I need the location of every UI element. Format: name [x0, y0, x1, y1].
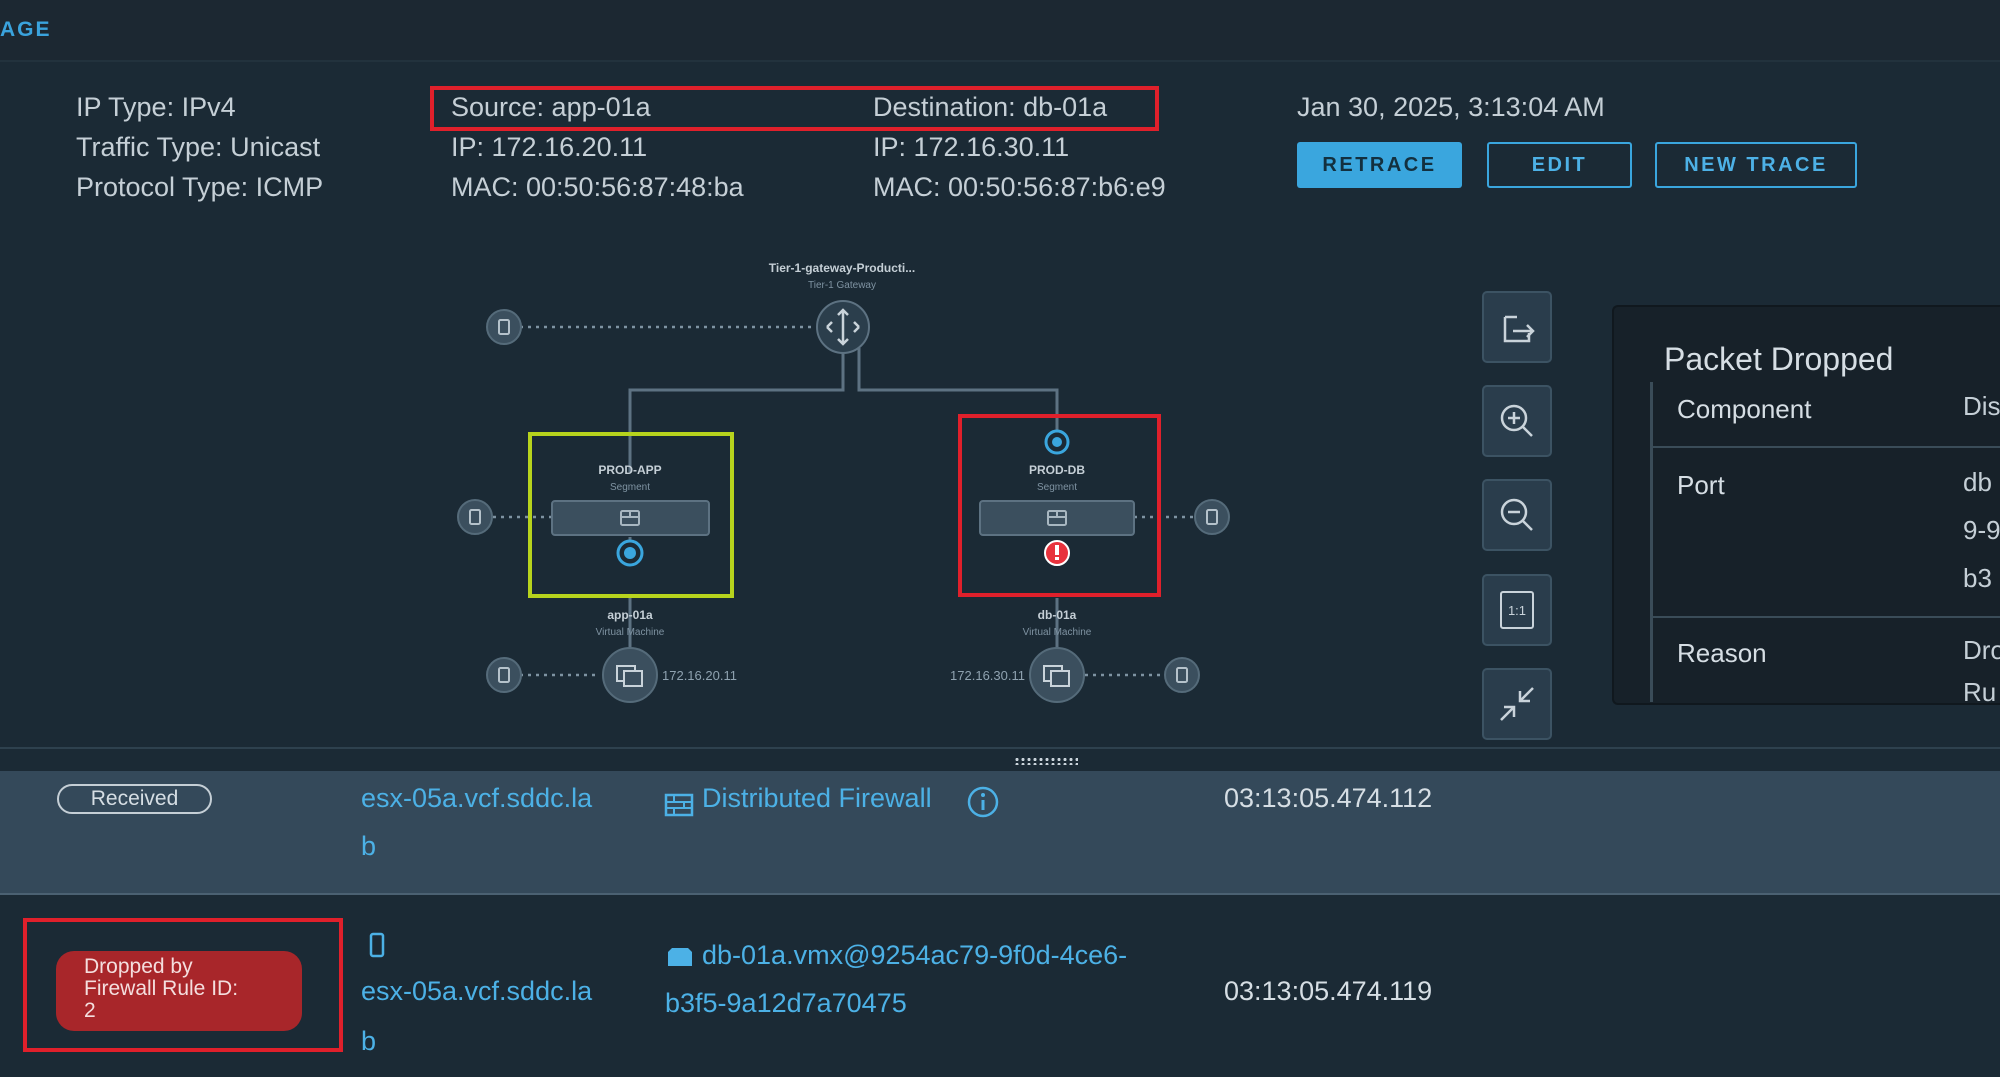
prod-db-port-error-icon[interactable]: [1044, 540, 1070, 566]
top-strip: AGE: [0, 0, 2000, 62]
page-tab[interactable]: AGE: [0, 18, 52, 42]
observation-row[interactable]: Dropped by Firewall Rule ID: 2 esx-05a.v…: [0, 896, 2000, 1077]
ip-type-key: IP Type:: [76, 92, 175, 122]
gateway-side-node[interactable]: [486, 309, 522, 345]
export-icon: [1503, 315, 1535, 343]
export-button[interactable]: [1482, 291, 1552, 363]
prod-db-top-port-icon[interactable]: [1044, 429, 1070, 455]
protocol-type-value: ICMP: [255, 172, 324, 202]
traffic-type: Traffic Type: Unicast: [76, 132, 320, 163]
router-icon[interactable]: [816, 300, 870, 354]
gateway-type: Tier-1 Gateway: [808, 280, 876, 291]
observation-time: 03:13:05.474.119: [1224, 976, 1433, 1006]
zoom-out-icon: [1500, 498, 1533, 531]
dropped-line: Firewall Rule ID:: [84, 977, 239, 1000]
db-vm-ip: 172.16.30.11: [950, 668, 1025, 683]
prod-db-side-node[interactable]: [1194, 499, 1230, 535]
packet-details-panel: Packet Dropped Component Dis Port db 9-9…: [1612, 305, 2000, 705]
dropped-line: 2: [84, 999, 96, 1022]
details-value: Dis: [1963, 391, 2000, 421]
app-vm-name: app-01a: [607, 608, 653, 622]
destination-ip: IP: 172.16.30.11: [873, 132, 1070, 162]
ip-type-value: IPv4: [181, 92, 236, 122]
observation-row[interactable]: Received esx-05a.vcf.sddc.la b Distribut…: [0, 771, 2000, 895]
prod-app-name: PROD-APP: [598, 463, 661, 477]
details-value-line: Dro: [1963, 635, 2000, 665]
db-vm-name: db-01a: [1038, 608, 1077, 622]
resize-divider[interactable]: [0, 747, 2000, 771]
zoom-in-button[interactable]: [1482, 385, 1552, 457]
details-key: Port: [1677, 470, 1725, 500]
info-icon[interactable]: [966, 785, 1000, 819]
trace-timestamp: Jan 30, 2025, 3:13:04 AM: [1297, 92, 1605, 122]
prod-db-name: PROD-DB: [1029, 463, 1085, 477]
details-value-line: b3: [1963, 563, 1992, 593]
dropped-line: Dropped by: [84, 955, 193, 978]
details-row-component: Component Dis: [1653, 382, 2000, 448]
retrace-button[interactable]: RETRACE: [1297, 142, 1462, 188]
gateway-name: Tier-1-gateway-Producti...: [769, 261, 915, 275]
protocol-type-key: Protocol Type:: [76, 172, 249, 202]
app-vm-side-node[interactable]: [486, 657, 522, 693]
prod-db-segment-bar[interactable]: [979, 500, 1135, 536]
link-gateway-prod-app: [628, 348, 845, 472]
vnic-icon: [668, 948, 692, 966]
details-row-reason: Reason Dro Ru: [1653, 618, 2000, 705]
db-vm-type: Virtual Machine: [1023, 627, 1092, 638]
zoom-out-button[interactable]: [1482, 479, 1552, 551]
details-value-line: db: [1963, 467, 1992, 497]
protocol-type: Protocol Type: ICMP: [76, 172, 323, 203]
traffic-type-key: Traffic Type:: [76, 132, 223, 162]
firewall-icon: [664, 793, 694, 817]
collapse-icon: [1500, 687, 1534, 721]
details-row-port: Port db 9-9 b3: [1653, 448, 2000, 618]
ip-type: IP Type: IPv4: [76, 92, 236, 123]
app-vm-type: Virtual Machine: [596, 627, 665, 638]
host-link[interactable]: esx-05a.vcf.sddc.la: [361, 976, 592, 1007]
prod-app-segment-bar[interactable]: [551, 500, 710, 536]
drag-handle-icon[interactable]: [1014, 757, 1078, 765]
destination-label: Destination: db-01a: [873, 92, 1108, 122]
traffic-type-value: Unicast: [230, 132, 321, 162]
component-link[interactable]: Distributed Firewall: [702, 783, 932, 814]
host-link[interactable]: esx-05a.vcf.sddc.la: [361, 783, 592, 814]
collapse-button[interactable]: [1482, 668, 1552, 740]
actual-size-icon: 1:1: [1500, 591, 1534, 629]
details-key: Component: [1677, 394, 1812, 424]
details-value-line: 9-9: [1963, 515, 2000, 545]
actual-size-button[interactable]: 1:1: [1482, 574, 1552, 646]
component-link[interactable]: db-01a.vmx@9254ac79-9f0d-4ce6-: [702, 940, 1127, 971]
host-link-wrap[interactable]: b: [361, 831, 376, 862]
topology-diagram: Tier-1-gateway-Producti... Tier-1 Gatewa…: [457, 261, 1230, 703]
source-mac: MAC: 00:50:56:87:48:ba: [451, 172, 744, 202]
source-label: Source: app-01a: [451, 92, 651, 122]
edit-button[interactable]: EDIT: [1487, 142, 1632, 188]
status-badge-dropped: Dropped by Firewall Rule ID: 2: [56, 951, 302, 1031]
details-key: Reason: [1677, 638, 1767, 668]
destination-mac: MAC: 00:50:56:87:b6:e9: [873, 172, 1166, 202]
zoom-in-icon: [1500, 404, 1533, 437]
prod-app-side-node[interactable]: [457, 499, 493, 535]
source-ip: IP: 172.16.20.11: [451, 132, 648, 162]
prod-db-type: Segment: [1037, 482, 1077, 493]
app-vm-ip: 172.16.20.11: [662, 668, 737, 683]
observation-time: 03:13:05.474.112: [1224, 783, 1433, 813]
host-link-wrap[interactable]: b: [361, 1026, 376, 1057]
details-table: Component Dis Port db 9-9 b3 Reason Dro …: [1650, 382, 2000, 705]
status-badge-received: Received: [57, 784, 212, 814]
details-title: Packet Dropped: [1664, 341, 1894, 377]
details-value-line: Ru: [1963, 677, 1997, 705]
component-link-wrap[interactable]: b3f5-9a12d7a70475: [665, 988, 907, 1019]
prod-app-type: Segment: [610, 482, 650, 493]
app-vm-icon[interactable]: [602, 647, 658, 703]
db-vm-side-node[interactable]: [1164, 657, 1200, 693]
host-icon: [369, 932, 385, 958]
new-trace-button[interactable]: NEW TRACE: [1655, 142, 1857, 188]
db-vm-icon[interactable]: [1029, 647, 1085, 703]
prod-app-port-ok-icon[interactable]: [616, 539, 644, 567]
